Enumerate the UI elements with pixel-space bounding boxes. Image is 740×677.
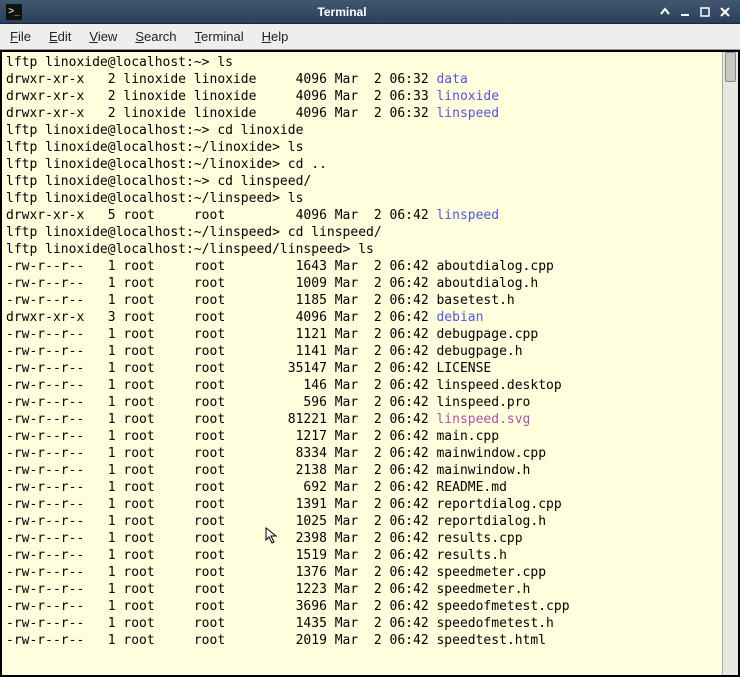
menu-help-rest: elp [271, 29, 288, 44]
menu-search-rest: earch [144, 29, 177, 44]
minimize-button[interactable] [676, 3, 694, 21]
menu-edit-rest: dit [58, 29, 72, 44]
titlebar[interactable]: >_ Terminal [0, 0, 740, 24]
terminal-wrap: lftp linoxide@localhost:~> lsdrwxr-xr-x … [0, 50, 740, 677]
maximize-button[interactable] [696, 3, 714, 21]
window-title: Terminal [30, 5, 654, 19]
menu-file[interactable]: File [10, 29, 31, 44]
menu-file-rest: ile [18, 29, 31, 44]
terminal-window: >_ Terminal File Edit View Search Termin… [0, 0, 740, 677]
terminal-output[interactable]: lftp linoxide@localhost:~> lsdrwxr-xr-x … [2, 52, 722, 675]
scrollbar[interactable] [722, 52, 738, 675]
menu-view-rest: iew [98, 29, 118, 44]
rollup-button[interactable] [656, 3, 674, 21]
menu-terminal[interactable]: Terminal [195, 29, 244, 44]
close-button[interactable] [716, 3, 734, 21]
menu-search[interactable]: Search [135, 29, 176, 44]
menu-view[interactable]: View [89, 29, 117, 44]
menubar: File Edit View Search Terminal Help [0, 24, 740, 50]
terminal-app-icon: >_ [6, 4, 22, 20]
scrollbar-thumb[interactable] [725, 52, 736, 82]
menu-edit[interactable]: Edit [49, 29, 71, 44]
menu-terminal-rest: erminal [201, 29, 244, 44]
menu-help[interactable]: Help [262, 29, 289, 44]
